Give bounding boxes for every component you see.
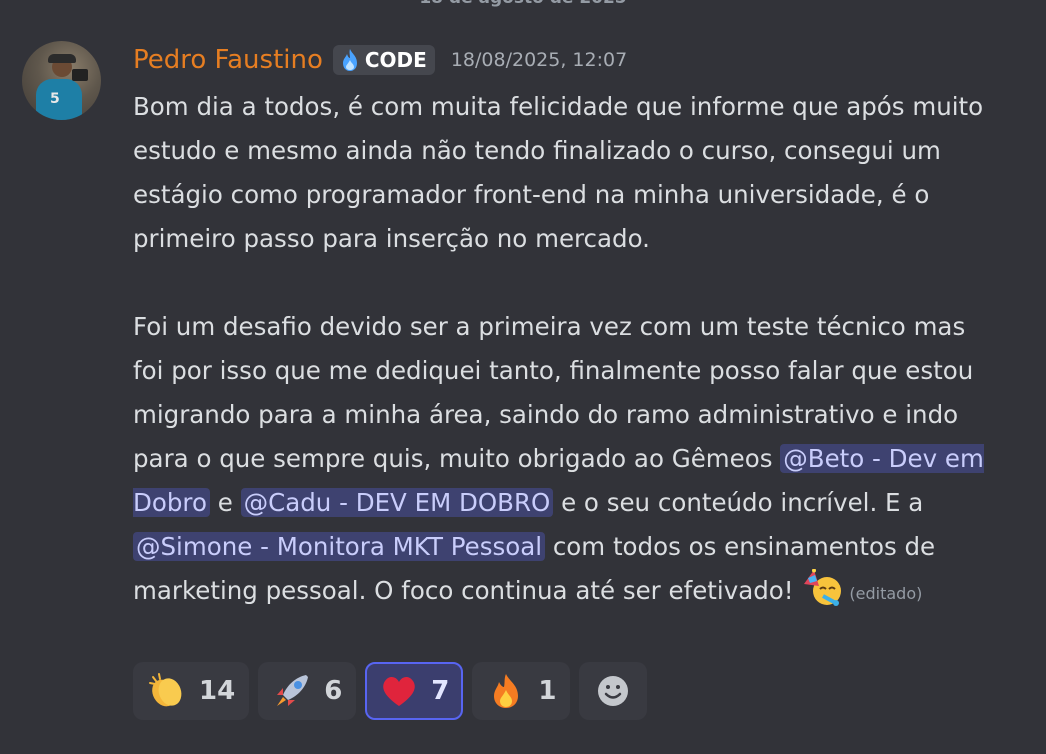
party-face-icon[interactable] <box>801 569 845 607</box>
reaction-count: 7 <box>431 676 450 706</box>
message-paragraph-2: Foi um desafio devido ser a primeira vez… <box>133 305 1003 616</box>
guild-tag[interactable]: CODE <box>332 45 435 75</box>
fire-icon <box>486 671 526 711</box>
message-paragraph-1: Bom dia a todos, é com muita felicidade … <box>133 92 984 253</box>
reaction-count: 1 <box>538 676 557 706</box>
red-heart-icon <box>379 671 419 711</box>
reaction-rocket[interactable]: 6 <box>258 662 357 720</box>
add-reaction-icon <box>593 671 633 711</box>
flame-icon <box>342 49 357 71</box>
edited-label: (editado) <box>849 584 923 603</box>
date-divider: 18 de agosto de 2025 <box>0 0 1046 8</box>
reaction-count: 14 <box>199 676 236 706</box>
message-header: Pedro Faustino CODE 18/08/2025, 12:07 <box>133 42 627 78</box>
clapping-hands-icon <box>147 671 187 711</box>
message-text: e o seu conteúdo incrível. E a <box>553 488 924 517</box>
reaction-fire[interactable]: 1 <box>472 662 571 720</box>
mention-simone[interactable]: @Simone - Monitora MKT Pessoal <box>133 532 546 561</box>
reaction-heart[interactable]: 7 <box>365 662 464 720</box>
guild-tag-label: CODE <box>364 48 427 72</box>
message-text: e <box>209 488 241 517</box>
reactions-bar: 14 6 7 1 <box>133 662 656 720</box>
timestamp[interactable]: 18/08/2025, 12:07 <box>451 49 627 71</box>
mention-cadu[interactable]: @Cadu - DEV EM DOBRO <box>240 488 554 517</box>
message-content: Bom dia a todos, é com muita felicidade … <box>133 85 1003 616</box>
add-reaction-button[interactable] <box>579 662 648 720</box>
avatar[interactable]: 5 <box>22 41 101 120</box>
reaction-clap[interactable]: 14 <box>133 662 250 720</box>
reaction-count: 6 <box>324 676 343 706</box>
username[interactable]: Pedro Faustino <box>133 45 323 75</box>
rocket-icon <box>272 671 312 711</box>
